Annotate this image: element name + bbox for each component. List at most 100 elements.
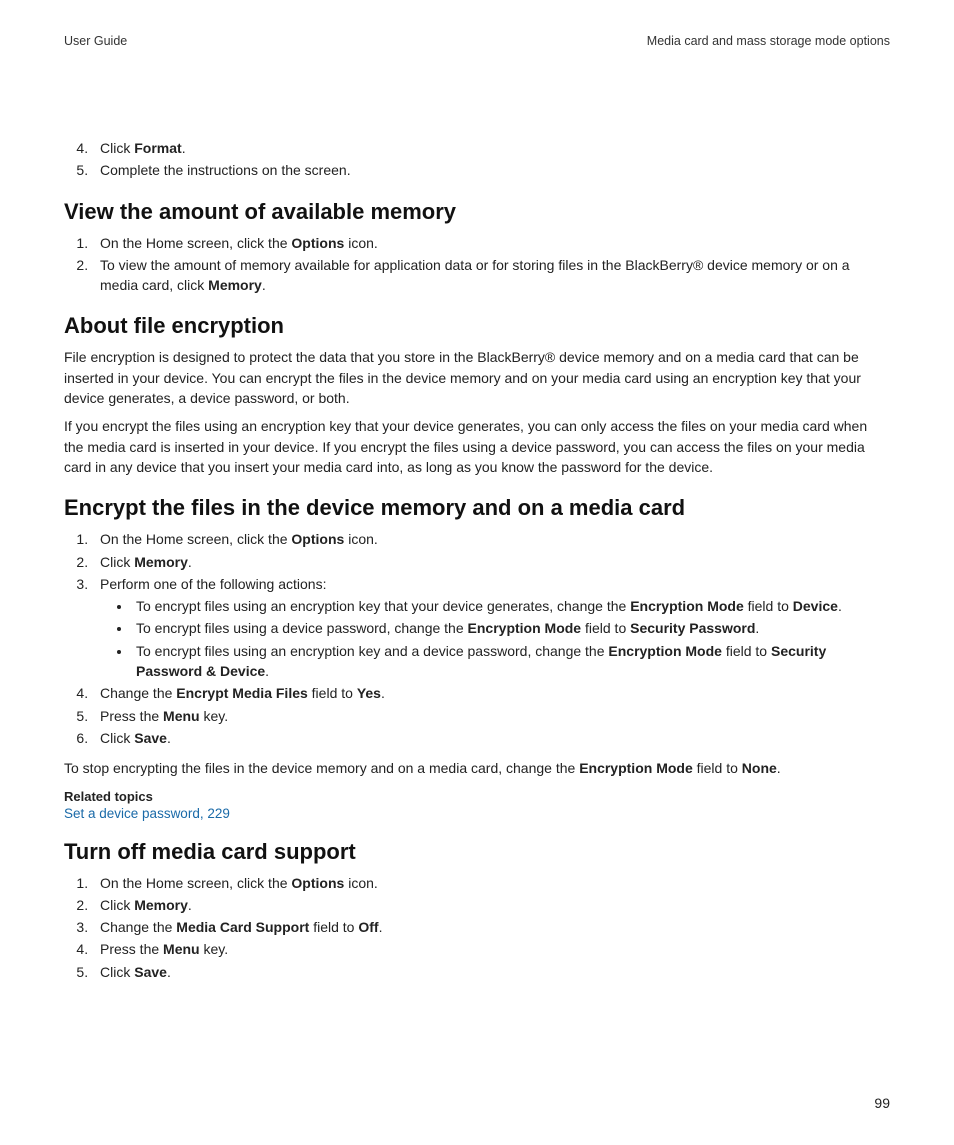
text: . — [777, 760, 781, 776]
paragraph: If you encrypt the files using an encryp… — [64, 416, 890, 477]
section-heading: Turn off media card support — [64, 839, 890, 865]
list-item: To view the amount of memory available f… — [92, 255, 890, 296]
text: To encrypt files using an encryption key… — [136, 598, 630, 614]
text: Change the — [100, 919, 176, 935]
bold-text: Save — [134, 730, 167, 746]
list-item: Click Save. — [92, 962, 890, 982]
page-number: 99 — [874, 1095, 890, 1111]
section-heading: About file encryption — [64, 313, 890, 339]
text: . — [381, 685, 385, 701]
text: To encrypt files using a device password… — [136, 620, 468, 636]
paragraph: File encryption is designed to protect t… — [64, 347, 890, 408]
text: Click — [100, 897, 134, 913]
related-topic-link[interactable]: Set a device password, 229 — [64, 806, 890, 821]
bold-text: Format — [134, 140, 181, 156]
text: . — [167, 964, 171, 980]
bold-text: Media Card Support — [176, 919, 309, 935]
bold-text: Memory — [134, 554, 188, 570]
text: . — [755, 620, 759, 636]
text: . — [838, 598, 842, 614]
text: Complete the instructions on the screen. — [100, 162, 351, 178]
bullet-list: To encrypt files using an encryption key… — [100, 596, 890, 681]
list-item: On the Home screen, click the Options ic… — [92, 233, 890, 253]
bold-text: Encryption Mode — [630, 598, 744, 614]
text: field to — [309, 919, 358, 935]
list-item: Click Memory. — [92, 552, 890, 572]
bold-text: Encryption Mode — [468, 620, 582, 636]
list-item: On the Home screen, click the Options ic… — [92, 873, 890, 893]
bold-text: Menu — [163, 708, 200, 724]
text: Click — [100, 554, 134, 570]
text: To stop encrypting the files in the devi… — [64, 760, 579, 776]
list-item: Click Save. — [92, 728, 890, 748]
section-heading: View the amount of available memory — [64, 199, 890, 225]
text: icon. — [344, 235, 377, 251]
list-item: Click Memory. — [92, 895, 890, 915]
list-item: Change the Encrypt Media Files field to … — [92, 683, 890, 703]
text: . — [379, 919, 383, 935]
page: User Guide Media card and mass storage m… — [0, 0, 954, 1145]
bold-text: Save — [134, 964, 167, 980]
list-item: Press the Menu key. — [92, 706, 890, 726]
text: On the Home screen, click the — [100, 875, 291, 891]
text: key. — [200, 941, 229, 957]
text: field to — [744, 598, 793, 614]
list-item: On the Home screen, click the Options ic… — [92, 529, 890, 549]
list-item: Change the Media Card Support field to O… — [92, 917, 890, 937]
text: Change the — [100, 685, 176, 701]
text: Click — [100, 140, 134, 156]
s3-list: On the Home screen, click the Options ic… — [64, 529, 890, 748]
text: . — [167, 730, 171, 746]
bold-text: Encryption Mode — [579, 760, 693, 776]
header-right: Media card and mass storage mode options — [647, 34, 890, 48]
bold-text: Menu — [163, 941, 200, 957]
bold-text: Encrypt Media Files — [176, 685, 307, 701]
text: field to — [693, 760, 742, 776]
section-heading: Encrypt the files in the device memory a… — [64, 495, 890, 521]
list-item: Press the Menu key. — [92, 939, 890, 959]
bullet-item: To encrypt files using an encryption key… — [132, 641, 890, 682]
text: . — [265, 663, 269, 679]
text: icon. — [344, 531, 377, 547]
bold-text: Memory — [208, 277, 262, 293]
related-topics-heading: Related topics — [64, 789, 890, 804]
list-item: Click Format. — [92, 138, 890, 158]
text: field to — [722, 643, 771, 659]
text: Press the — [100, 941, 163, 957]
bold-text: Options — [291, 235, 344, 251]
text: Press the — [100, 708, 163, 724]
text: . — [182, 140, 186, 156]
page-header: User Guide Media card and mass storage m… — [64, 34, 890, 48]
list-item: Complete the instructions on the screen. — [92, 160, 890, 180]
paragraph: To stop encrypting the files in the devi… — [64, 758, 890, 778]
text: field to — [308, 685, 357, 701]
text: . — [188, 897, 192, 913]
bold-text: Off — [358, 919, 378, 935]
text: Click — [100, 730, 134, 746]
bold-text: None — [742, 760, 777, 776]
text: Perform one of the following actions: — [100, 576, 326, 592]
bold-text: Device — [793, 598, 838, 614]
bold-text: Security Password — [630, 620, 755, 636]
s4-list: On the Home screen, click the Options ic… — [64, 873, 890, 982]
bold-text: Yes — [357, 685, 381, 701]
bullet-item: To encrypt files using an encryption key… — [132, 596, 890, 616]
text: On the Home screen, click the — [100, 531, 291, 547]
text: . — [262, 277, 266, 293]
bold-text: Options — [291, 531, 344, 547]
s1-list: On the Home screen, click the Options ic… — [64, 233, 890, 296]
text: Click — [100, 964, 134, 980]
intro-list: Click Format. Complete the instructions … — [64, 138, 890, 181]
header-left: User Guide — [64, 34, 127, 48]
text: To encrypt files using an encryption key… — [136, 643, 608, 659]
text: icon. — [344, 875, 377, 891]
bold-text: Memory — [134, 897, 188, 913]
bold-text: Options — [291, 875, 344, 891]
text: On the Home screen, click the — [100, 235, 291, 251]
bold-text: Encryption Mode — [608, 643, 722, 659]
list-item: Perform one of the following actions: To… — [92, 574, 890, 681]
text: field to — [581, 620, 630, 636]
text: . — [188, 554, 192, 570]
bullet-item: To encrypt files using a device password… — [132, 618, 890, 638]
text: key. — [200, 708, 229, 724]
